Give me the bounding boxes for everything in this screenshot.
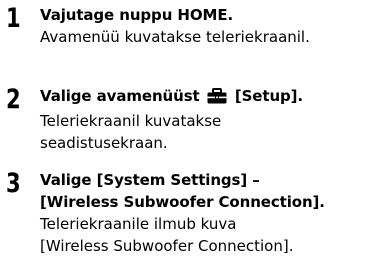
description-line: [Wireless Subwoofer Connection]. xyxy=(40,237,294,255)
step-number: 1 xyxy=(6,3,21,34)
step-body: Valige avamenüüst [Setup]. Teleriekraani… xyxy=(40,85,370,154)
step-title: Valige [System Settings] – [Wireless Sub… xyxy=(40,169,370,213)
step-number: 3 xyxy=(6,168,21,199)
step-body: Vajutage nuppu HOME. Avamenüü kuvatakse … xyxy=(40,4,370,48)
description-line: Teleriekraanile ilmub kuva xyxy=(40,215,237,233)
step-title: Valige avamenüüst [Setup]. xyxy=(40,85,370,110)
step-title-text: [Setup]. xyxy=(234,87,304,105)
step-description: Teleriekraanil kuvatakse seadistusekraan… xyxy=(40,110,370,154)
step-description: Avamenüü kuvatakse teleriekraanil. xyxy=(40,26,370,48)
step-title-line: [Wireless Subwoofer Connection]. xyxy=(40,193,325,211)
step-title-text: Valige avamenüüst xyxy=(40,87,200,105)
description-line: Avamenüü kuvatakse teleriekraanil. xyxy=(40,28,310,46)
description-line: Teleriekraanil kuvatakse xyxy=(40,112,222,130)
step-description: Teleriekraanile ilmub kuva [Wireless Sub… xyxy=(40,213,370,257)
description-line: seadistusekraan. xyxy=(40,134,168,152)
toolbox-icon xyxy=(207,88,227,110)
step-body: Valige [System Settings] – [Wireless Sub… xyxy=(40,169,370,257)
step-number: 2 xyxy=(6,84,21,115)
step-title-line: Valige [System Settings] – xyxy=(40,171,260,189)
step-title: Vajutage nuppu HOME. xyxy=(40,6,234,24)
instruction-page: { "steps": [ { "number": "1", "title": "… xyxy=(0,0,374,270)
